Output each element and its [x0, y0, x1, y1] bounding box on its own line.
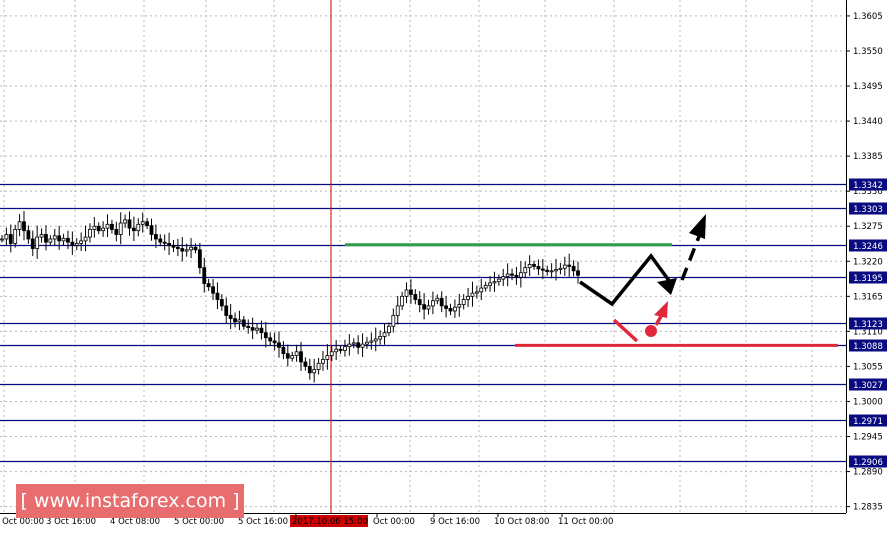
- x-tick-label: 9 Oct 16:00: [430, 517, 480, 527]
- y-tick-label: 1.2835: [853, 503, 883, 513]
- y-tick-label: 1.3000: [853, 397, 883, 407]
- y-tick-label: 1.3165: [853, 292, 883, 302]
- level-label: 1.3123: [853, 320, 883, 330]
- y-tick-label: 1.2890: [853, 468, 883, 478]
- y-tick-label: 1.3055: [853, 362, 883, 372]
- x-tick-label: 10 Oct 08:00: [494, 517, 549, 527]
- cursor-time-label: 2017.10.06 15:00: [292, 517, 368, 527]
- x-tick-label: 3 Oct 00:00: [0, 517, 44, 527]
- level-label: 1.3088: [853, 342, 883, 352]
- x-tick-label: 5 Oct 16:00: [238, 517, 288, 527]
- watermark-text: [ www.instaforex.com ]: [20, 490, 239, 512]
- price-chart[interactable]: 1.36051.35501.34951.34401.33851.33301.32…: [0, 0, 891, 534]
- x-tick-label: 5 Oct 00:00: [174, 517, 224, 527]
- level-label: 1.3246: [853, 242, 883, 252]
- y-tick-label: 1.3605: [853, 12, 883, 22]
- y-tick-label: 1.3550: [853, 47, 883, 57]
- level-label: 1.2971: [853, 417, 883, 427]
- x-tick-label: 11 Oct 00:00: [558, 517, 613, 527]
- level-label: 1.3342: [853, 181, 883, 191]
- alternative-scenario-dot: [645, 325, 657, 337]
- level-label: 1.3027: [853, 381, 883, 391]
- watermark: [ www.instaforex.com ]: [16, 484, 244, 518]
- level-label: 1.3195: [853, 274, 883, 284]
- y-tick-label: 1.3385: [853, 152, 883, 162]
- y-tick-label: 1.2945: [853, 433, 883, 443]
- x-tick-label: 3 Oct 16:00: [46, 517, 96, 527]
- x-tick-label: 4 Oct 08:00: [110, 517, 160, 527]
- y-tick-label: 1.3440: [853, 117, 883, 127]
- y-tick-label: 1.3275: [853, 222, 883, 232]
- level-label: 1.2906: [853, 458, 883, 468]
- y-tick-label: 1.3220: [853, 257, 883, 267]
- level-label: 1.3303: [853, 205, 883, 215]
- x-tick-label: Oct 00:00: [373, 517, 415, 527]
- y-tick-label: 1.3495: [853, 82, 883, 92]
